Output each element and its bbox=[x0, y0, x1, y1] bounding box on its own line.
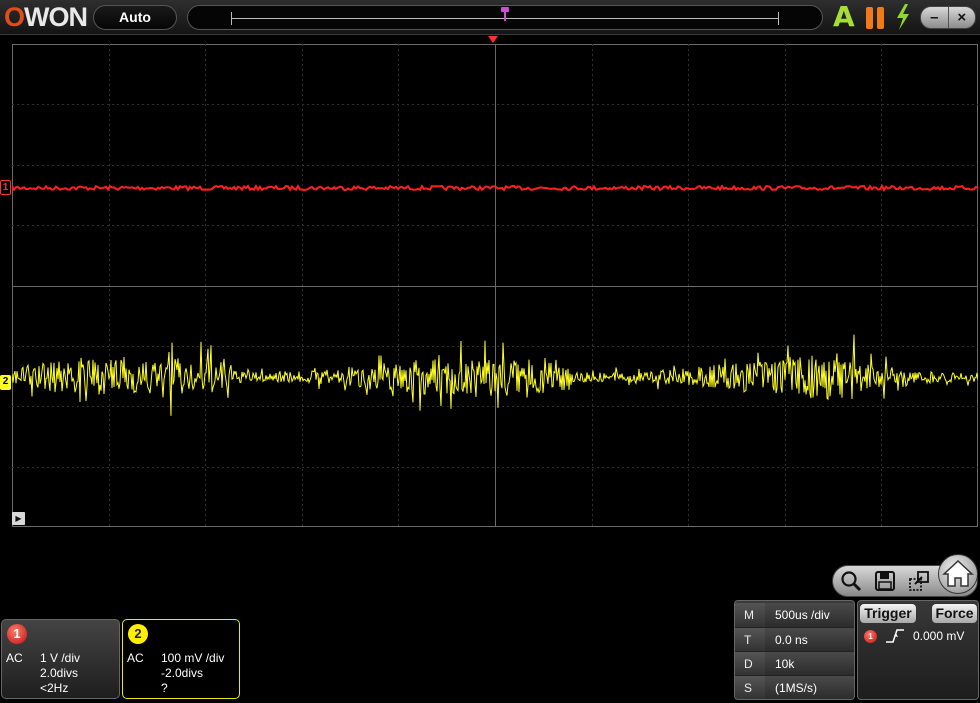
magnifier-icon[interactable] bbox=[839, 570, 863, 594]
memory-end-tick bbox=[778, 12, 779, 25]
pause-icon[interactable] bbox=[866, 7, 886, 29]
trigger-level: 0.000 mV bbox=[913, 629, 965, 643]
floppy-disk-icon[interactable] bbox=[873, 570, 897, 594]
close-button[interactable]: × bbox=[947, 7, 976, 28]
ch1-scale: 1 V /div bbox=[40, 651, 81, 665]
ch1-position: 2.0divs bbox=[40, 666, 79, 680]
ch1-coupling: AC bbox=[6, 651, 23, 665]
ch2-offset-marker[interactable]: 2 bbox=[0, 375, 11, 390]
force-button[interactable]: Force bbox=[931, 603, 978, 624]
ch2-coupling: AC bbox=[127, 651, 144, 665]
trigger-button[interactable]: Trigger bbox=[859, 603, 917, 624]
trigger-panel: Trigger Force 1 0.000 mV bbox=[857, 600, 979, 700]
horizontal-position-marker[interactable] bbox=[501, 7, 509, 21]
run-mode-display[interactable]: Auto bbox=[93, 5, 177, 30]
ch2-frequency: ? bbox=[161, 681, 168, 695]
rising-edge-icon[interactable] bbox=[885, 628, 905, 644]
play-icon[interactable]: ▶ bbox=[12, 512, 25, 525]
memory-depth: 10k bbox=[765, 652, 854, 675]
ch1-info-panel[interactable]: 1 AC 1 V /div 2.0divs <2Hz bbox=[1, 619, 120, 699]
export-icon[interactable] bbox=[907, 570, 931, 594]
waveform-traces bbox=[12, 183, 978, 416]
autoset-icon[interactable]: A bbox=[833, 2, 855, 32]
ch2-info-panel[interactable]: 2 AC 100 mV /div -2.0divs ? bbox=[122, 619, 240, 699]
ch1-frequency: <2Hz bbox=[40, 681, 69, 695]
timebase-scale: 500us /div bbox=[765, 603, 854, 627]
ch2-waveform bbox=[12, 334, 978, 416]
trigger-position-marker[interactable] bbox=[488, 36, 498, 43]
window-controls: – × bbox=[920, 6, 976, 29]
ch1-offset-marker[interactable]: 1 bbox=[0, 180, 11, 195]
timebase-row-depth[interactable]: D 10k bbox=[735, 651, 854, 675]
timebase-row-sample[interactable]: S (1MS/s) bbox=[735, 675, 854, 699]
ch2-scale: 100 mV /div bbox=[161, 651, 225, 665]
sample-rate: (1MS/s) bbox=[765, 676, 854, 699]
lightning-icon[interactable] bbox=[895, 4, 911, 30]
home-icon[interactable] bbox=[938, 554, 978, 594]
ch2-position: -2.0divs bbox=[161, 666, 204, 680]
timebase-offset: 0.0 ns bbox=[765, 628, 854, 651]
top-toolbar: OWON Auto A – × bbox=[0, 0, 980, 35]
owon-logo: OWON bbox=[4, 2, 88, 32]
ch2-badge: 2 bbox=[128, 624, 148, 644]
waveform-display[interactable] bbox=[12, 44, 978, 527]
memory-position-bar[interactable] bbox=[187, 5, 823, 30]
timebase-panel[interactable]: M 500us /div T 0.0 ns D 10k S (1MS/s) bbox=[734, 600, 855, 700]
ch1-waveform bbox=[12, 183, 978, 193]
memory-start-tick bbox=[231, 12, 232, 25]
minimize-button[interactable]: – bbox=[921, 7, 948, 28]
ch1-badge: 1 bbox=[7, 624, 27, 644]
trigger-source-badge[interactable]: 1 bbox=[864, 630, 877, 643]
timebase-row-offset[interactable]: T 0.0 ns bbox=[735, 627, 854, 651]
timebase-row-main[interactable]: M 500us /div bbox=[735, 603, 854, 627]
